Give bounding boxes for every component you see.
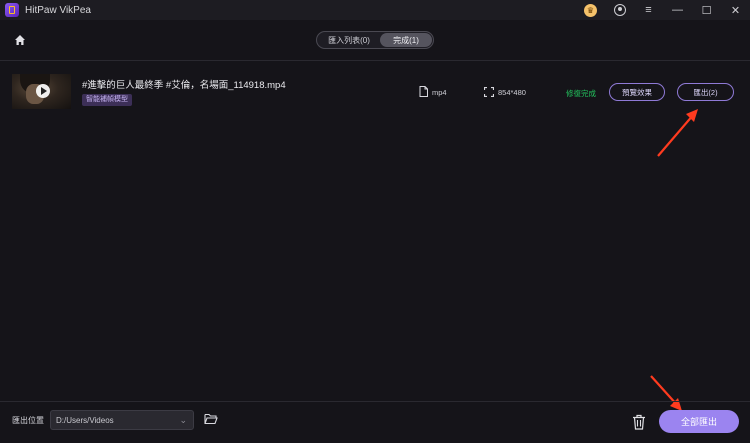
tab-switch: 匯入列表(0) 完成(1) [316, 31, 434, 49]
minimize-icon[interactable]: — [663, 0, 692, 20]
trash-icon[interactable] [632, 414, 646, 430]
chevron-down-icon: ⌄ [179, 415, 187, 425]
file-format: mp4 [432, 88, 447, 97]
tab-import-list[interactable]: 匯入列表(0) [318, 33, 380, 47]
video-thumbnail[interactable] [12, 74, 71, 109]
title-bar: HitPaw VikPea ♛ ≡ — ☐ ✕ [0, 0, 750, 20]
close-icon[interactable]: ✕ [721, 0, 750, 20]
export-path-value: D:/Users/Videos [56, 415, 114, 425]
export-all-button[interactable]: 全部匯出 [659, 410, 739, 433]
resolution-icon [484, 87, 494, 97]
open-folder-icon[interactable] [204, 413, 218, 425]
footer-divider [0, 401, 750, 402]
status-text: 修復完成 [566, 89, 596, 98]
crown-icon[interactable]: ♛ [576, 0, 605, 20]
user-icon[interactable] [605, 0, 634, 20]
header-divider [0, 60, 750, 61]
file-name: #進擊的巨人最終季 #艾倫，名場面_114918.mp4 [82, 80, 286, 91]
maximize-icon[interactable]: ☐ [692, 0, 721, 20]
annotation-arrow-icon [657, 109, 698, 157]
export-location-label: 匯出位置 [12, 416, 44, 425]
annotation-arrow-icon [650, 375, 682, 411]
model-tag: 智能補幀模型 [82, 94, 132, 106]
export-path-select[interactable]: D:/Users/Videos ⌄ [50, 410, 194, 430]
export-button[interactable]: 匯出(2) [677, 83, 734, 101]
file-format-icon [419, 86, 428, 97]
home-icon[interactable] [14, 34, 26, 46]
preview-button[interactable]: 預覽效果 [609, 83, 665, 101]
app-logo-icon [5, 3, 19, 17]
menu-icon[interactable]: ≡ [634, 0, 663, 20]
play-icon[interactable] [36, 84, 50, 98]
app-title: HitPaw VikPea [25, 4, 91, 16]
resolution: 854*480 [498, 88, 526, 97]
tab-completed[interactable]: 完成(1) [380, 33, 432, 47]
